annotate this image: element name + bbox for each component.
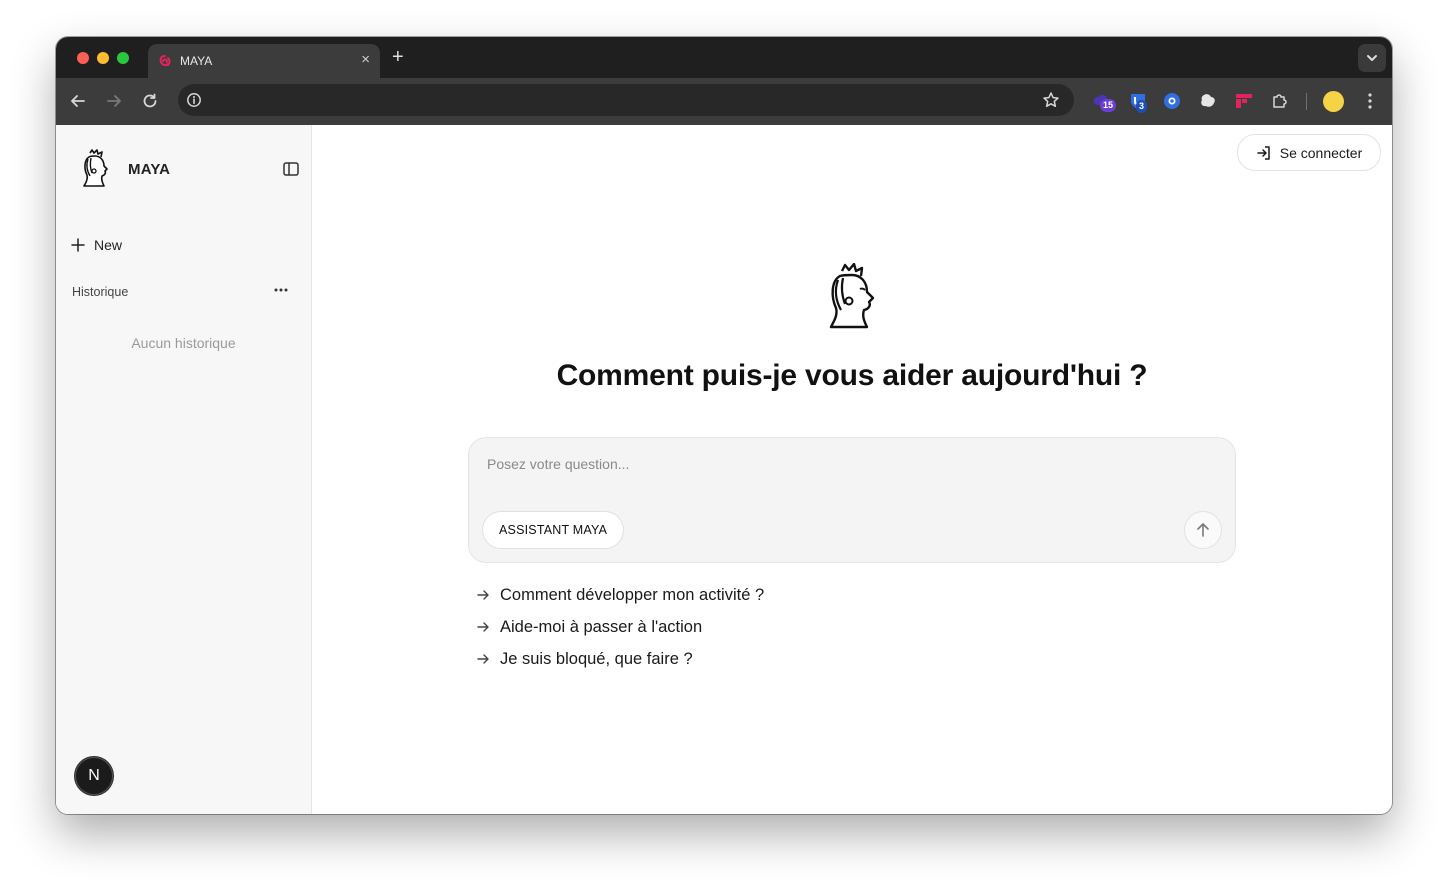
back-arrow-icon[interactable]	[69, 92, 87, 110]
close-window-button[interactable]	[77, 52, 89, 64]
extension-ring-icon[interactable]	[1162, 91, 1182, 111]
browser-menu-icon[interactable]	[1364, 92, 1376, 110]
extension-badge-count: 15	[1100, 99, 1117, 112]
suggestion-item[interactable]: Je suis bloqué, que faire ?	[476, 643, 764, 675]
maya-logo-icon[interactable]	[80, 149, 110, 187]
suggestion-list: Comment développer mon activité ? Aide-m…	[476, 579, 764, 675]
more-options-icon[interactable]	[273, 284, 289, 296]
maximize-window-button[interactable]	[117, 52, 129, 64]
extension-grid-icon[interactable]	[1234, 91, 1254, 111]
history-heading: Historique	[72, 285, 129, 299]
user-avatar[interactable]: N	[75, 757, 113, 795]
maya-hero-logo-icon	[829, 263, 875, 329]
new-chat-button[interactable]: New	[70, 233, 122, 257]
browser-window: MAYA × + 15 3 MAYA New Historique Aucun …	[56, 37, 1392, 814]
history-empty-state: Aucun historique	[131, 335, 236, 351]
browser-toolbar: 15 3	[56, 78, 1392, 125]
suggestion-label: Aide-moi à passer à l'action	[500, 617, 703, 636]
address-bar[interactable]	[178, 84, 1074, 116]
brand-name: MAYA	[128, 161, 171, 178]
site-info-icon[interactable]	[186, 92, 202, 108]
forward-arrow-icon[interactable]	[105, 92, 123, 110]
arrow-right-icon	[477, 622, 489, 632]
arrow-right-icon	[477, 590, 489, 600]
new-tab-button[interactable]: +	[392, 47, 404, 67]
new-chat-label: New	[94, 237, 123, 253]
suggestion-label: Je suis bloqué, que faire ?	[500, 649, 693, 668]
minimize-window-button[interactable]	[97, 52, 109, 64]
browser-tab-maya[interactable]: MAYA ×	[148, 44, 380, 78]
main-content: Se connecter Comment puis-je vous aider …	[312, 125, 1392, 814]
login-arrow-icon	[1257, 145, 1270, 160]
send-button[interactable]	[1184, 511, 1222, 549]
suggestion-label: Comment développer mon activité ?	[500, 585, 765, 604]
bookmark-star-icon[interactable]	[1042, 91, 1060, 109]
suggestion-item[interactable]: Comment développer mon activité ?	[476, 579, 764, 611]
plus-icon	[71, 238, 85, 252]
extension-shield-icon[interactable]: 3	[1128, 91, 1148, 113]
web-page: MAYA New Historique Aucun historique N S…	[56, 125, 1392, 814]
arrow-up-icon	[1197, 523, 1209, 537]
tab-title: MAYA	[180, 54, 213, 68]
login-label: Se connecter	[1279, 144, 1363, 161]
sidebar: MAYA New Historique Aucun historique N	[56, 125, 312, 814]
tab-close-icon[interactable]: ×	[361, 52, 370, 68]
tab-strip: MAYA × +	[56, 37, 1392, 78]
extension-blob-icon[interactable]	[1198, 91, 1218, 111]
extensions-puzzle-icon[interactable]	[1270, 91, 1290, 111]
chevron-down-icon	[1367, 55, 1377, 61]
toolbar-divider	[1306, 93, 1307, 110]
suggestion-item[interactable]: Aide-moi à passer à l'action	[476, 611, 764, 643]
extension-cloud-icon[interactable]: 15	[1092, 91, 1117, 112]
tab-search-button[interactable]	[1358, 44, 1386, 72]
assistant-selector-button[interactable]: ASSISTANT MAYA	[482, 511, 625, 549]
arrow-right-icon	[477, 654, 489, 664]
chat-composer: ASSISTANT MAYA	[468, 437, 1236, 563]
sidebar-toggle-icon[interactable]	[282, 160, 300, 178]
question-input[interactable]	[485, 452, 1189, 476]
reload-icon[interactable]	[141, 92, 159, 110]
maya-favicon-icon	[159, 55, 171, 67]
login-button[interactable]: Se connecter	[1237, 134, 1381, 171]
profile-avatar[interactable]	[1323, 91, 1344, 112]
page-title: Comment puis-je vous aider aujourd'hui ?	[556, 359, 1148, 392]
extension-badge-count: 3	[1136, 100, 1148, 113]
